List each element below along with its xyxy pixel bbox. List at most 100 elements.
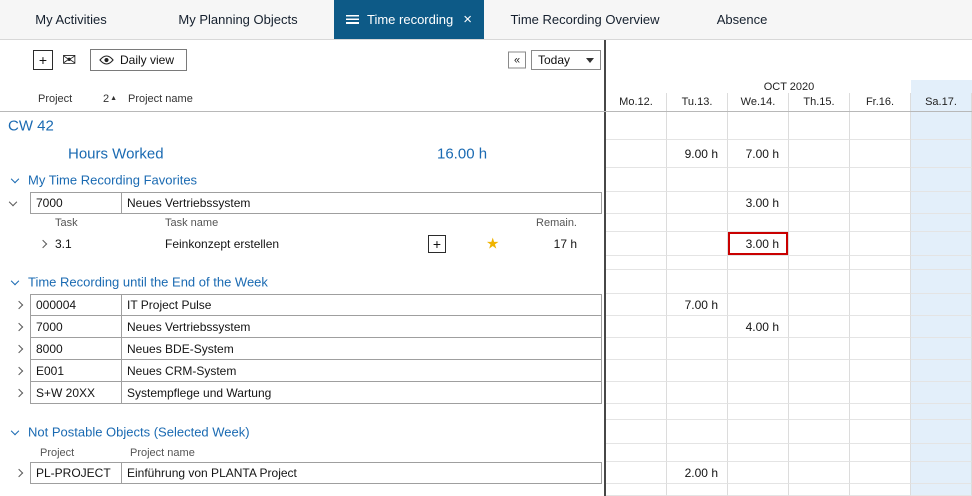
day-cell[interactable] [850, 462, 911, 484]
day-cell[interactable] [728, 294, 789, 316]
day-cell[interactable] [911, 382, 972, 404]
day-cell[interactable] [606, 232, 667, 256]
remaining-hours: 17 h [554, 237, 577, 251]
day-cell[interactable] [789, 360, 850, 382]
day-cell[interactable] [606, 192, 667, 214]
day-cell[interactable] [606, 360, 667, 382]
project-name-cell[interactable]: IT Project Pulse [122, 294, 602, 316]
project-column-header[interactable]: Project [38, 93, 72, 105]
project-name-cell[interactable]: Systempflege und Wartung [122, 382, 602, 404]
day-cell[interactable] [850, 294, 911, 316]
day-cell[interactable]: 7.00 h [728, 140, 789, 168]
day-cell[interactable] [850, 140, 911, 168]
previous-button[interactable]: « [508, 52, 526, 69]
day-cell[interactable] [667, 382, 728, 404]
day-cell[interactable] [911, 140, 972, 168]
add-booking-button[interactable]: + [428, 235, 446, 253]
project-name-cell[interactable]: Neues Vertriebssystem [122, 316, 602, 338]
day-cell[interactable] [789, 294, 850, 316]
project-id-cell[interactable]: PL-PROJECT [30, 462, 122, 484]
section-title: My Time Recording Favorites [28, 173, 197, 188]
collapse-icon[interactable] [11, 277, 19, 285]
day-cell[interactable] [850, 338, 911, 360]
project-id-cell[interactable]: 000004 [30, 294, 122, 316]
add-button[interactable]: + [33, 50, 53, 70]
day-cell[interactable] [789, 382, 850, 404]
day-cell[interactable] [911, 232, 972, 256]
expand-icon[interactable] [15, 389, 23, 397]
day-cell[interactable] [789, 192, 850, 214]
favorite-star-icon[interactable]: ★ [486, 237, 499, 252]
day-cell[interactable]: 2.00 h [667, 462, 728, 484]
day-cell[interactable] [606, 294, 667, 316]
day-cell[interactable] [728, 360, 789, 382]
project-name-column-header[interactable]: Project name [128, 93, 193, 105]
daily-view-button[interactable]: Daily view [90, 49, 187, 71]
tab-my-activities[interactable]: My Activities [0, 0, 142, 39]
tab-time-recording-overview[interactable]: Time Recording Overview [484, 0, 686, 39]
expand-icon[interactable] [9, 198, 17, 206]
expand-icon[interactable] [15, 367, 23, 375]
collapse-icon[interactable] [11, 427, 19, 435]
project-id-cell[interactable]: E001 [30, 360, 122, 382]
day-cell[interactable] [728, 462, 789, 484]
collapse-icon[interactable] [11, 175, 19, 183]
day-cell[interactable] [789, 338, 850, 360]
day-cell [850, 214, 911, 232]
day-cell[interactable] [789, 140, 850, 168]
day-cell[interactable] [606, 140, 667, 168]
day-cell[interactable] [850, 360, 911, 382]
project-name-cell[interactable]: Neues Vertriebssystem [122, 192, 602, 214]
tab-label: Time Recording Overview [510, 12, 659, 27]
tab-time-recording[interactable]: Time recording × [334, 0, 484, 39]
day-cell[interactable] [606, 462, 667, 484]
day-cell[interactable]: 9.00 h [667, 140, 728, 168]
day-cell[interactable] [850, 382, 911, 404]
day-cell[interactable] [911, 192, 972, 214]
day-cell[interactable] [850, 316, 911, 338]
day-cell[interactable] [606, 382, 667, 404]
day-cell[interactable] [667, 338, 728, 360]
project-name-cell[interactable]: Einführung von PLANTA Project [122, 462, 602, 484]
project-id-cell[interactable]: 7000 [30, 192, 122, 214]
day-cell[interactable] [911, 294, 972, 316]
day-cell[interactable]: 4.00 h [728, 316, 789, 338]
day-cell[interactable] [911, 338, 972, 360]
day-cell[interactable] [728, 382, 789, 404]
day-cell[interactable] [606, 316, 667, 338]
day-cell[interactable] [667, 316, 728, 338]
day-cell[interactable] [850, 192, 911, 214]
day-cell[interactable]: 3.00 h [728, 192, 789, 214]
today-button[interactable]: Today [531, 50, 601, 70]
day-cell[interactable] [667, 232, 728, 256]
expand-icon[interactable] [39, 240, 47, 248]
day-cell[interactable] [850, 232, 911, 256]
project-name-cell[interactable]: Neues BDE-System [122, 338, 602, 360]
day-cell[interactable] [789, 232, 850, 256]
day-cell[interactable] [911, 462, 972, 484]
expand-icon[interactable] [15, 469, 23, 477]
day-cell[interactable] [911, 316, 972, 338]
day-cell[interactable] [789, 462, 850, 484]
close-icon[interactable]: × [463, 12, 472, 27]
tab-absence[interactable]: Absence [686, 0, 798, 39]
tab-my-planning-objects[interactable]: My Planning Objects [142, 0, 334, 39]
expand-icon[interactable] [15, 301, 23, 309]
expand-icon[interactable] [15, 323, 23, 331]
day-cell[interactable] [606, 338, 667, 360]
project-name-cell[interactable]: Neues CRM-System [122, 360, 602, 382]
day-cell[interactable] [728, 338, 789, 360]
project-id-cell[interactable]: 8000 [30, 338, 122, 360]
day-cell[interactable]: 3.00 h [728, 232, 789, 256]
day-cell[interactable] [789, 316, 850, 338]
mail-icon[interactable]: ✉ [62, 52, 76, 69]
project-id-cell[interactable]: 7000 [30, 316, 122, 338]
project-id-cell[interactable]: S+W 20XX [30, 382, 122, 404]
menu-icon[interactable] [346, 15, 359, 24]
day-cell[interactable] [667, 192, 728, 214]
day-cell[interactable]: 7.00 h [667, 294, 728, 316]
day-cell[interactable] [667, 360, 728, 382]
calendar-cells-row [606, 112, 972, 140]
expand-icon[interactable] [15, 345, 23, 353]
day-cell[interactable] [911, 360, 972, 382]
